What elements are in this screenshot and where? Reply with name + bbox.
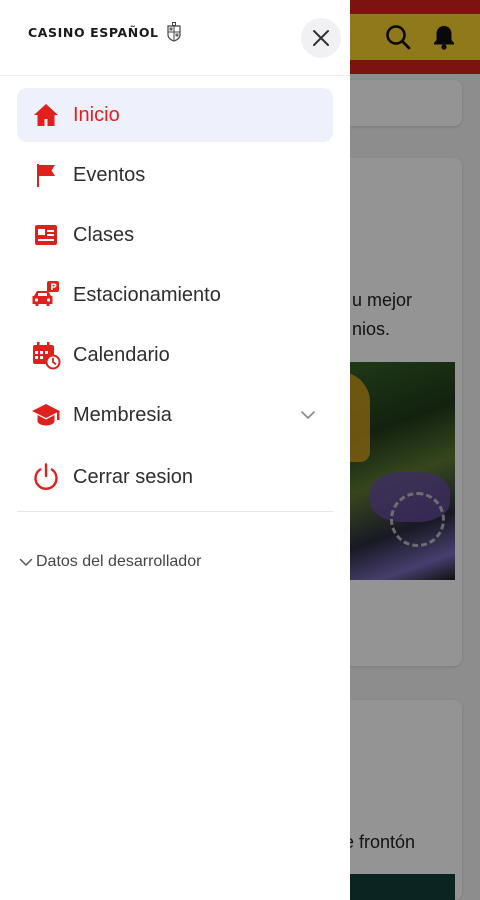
svg-text:P: P <box>50 283 57 293</box>
brand-logo: CASINO ESPAÑOL <box>28 22 183 42</box>
parking-car-icon: P <box>31 280 61 310</box>
calendar-clock-icon <box>31 340 61 370</box>
chevron-down-icon <box>19 558 33 566</box>
nav-item-label: Inicio <box>73 103 120 126</box>
nav-item-label: Eventos <box>73 163 146 186</box>
crest-icon <box>167 22 181 42</box>
graduation-cap-icon <box>31 400 61 430</box>
nav-item-label: Calendario <box>73 343 170 366</box>
nav-item-clases[interactable]: Clases <box>17 208 333 262</box>
developer-info-label: Datos del desarrollador <box>36 553 202 570</box>
nav-item-estacionamiento[interactable]: P Estacionamiento <box>17 268 333 322</box>
nav-item-label: Cerrar sesion <box>73 465 194 488</box>
flag-icon <box>31 160 61 190</box>
nav-item-eventos[interactable]: Eventos <box>17 148 333 202</box>
id-card-icon <box>31 220 61 250</box>
nav-item-calendario[interactable]: Calendario <box>17 328 333 382</box>
drawer-divider <box>17 511 333 512</box>
nav-item-cerrar-sesion[interactable]: Cerrar sesion <box>17 450 333 504</box>
power-icon <box>31 462 61 492</box>
drawer-header: CASINO ESPAÑOL <box>0 0 350 76</box>
chevron-down-icon[interactable] <box>298 405 318 425</box>
nav-item-inicio[interactable]: Inicio <box>17 88 333 142</box>
nav-item-membresia[interactable]: Membresia <box>17 388 333 442</box>
nav-item-label: Estacionamiento <box>73 283 221 306</box>
nav-item-label: Clases <box>73 223 135 246</box>
developer-info-toggle[interactable]: Datos del desarrollador <box>18 553 201 571</box>
home-icon <box>31 100 61 130</box>
nav-item-label: Membresia <box>73 403 172 426</box>
navigation-drawer: CASINO ESPAÑOL Inicio Eventos Clases P E… <box>0 0 350 900</box>
close-drawer-button[interactable] <box>301 18 341 58</box>
close-icon <box>313 30 329 46</box>
brand-name: CASINO ESPAÑOL <box>28 24 159 40</box>
